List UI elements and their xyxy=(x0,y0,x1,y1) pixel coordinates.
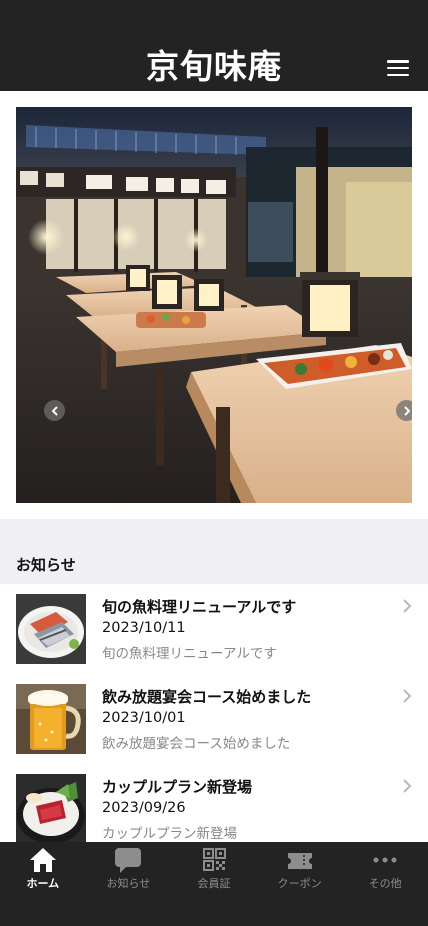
chevron-left-icon xyxy=(51,405,58,416)
news-item-date: 2023/10/11 xyxy=(102,620,186,636)
chat-bubble-icon xyxy=(115,848,142,873)
tab-label: 会員証 xyxy=(197,877,231,890)
news-item-description: 飲み放題宴会コース始めました xyxy=(102,736,291,752)
app-title: 京旬味庵 xyxy=(146,47,282,86)
tab-more[interactable]: その他 xyxy=(342,842,428,894)
section-title: お知らせ xyxy=(16,556,76,574)
news-item-description: 旬の魚料理リニューアルです xyxy=(102,646,277,662)
ticket-icon xyxy=(287,853,312,869)
tab-label: クーポン xyxy=(277,877,322,890)
tab-coupon[interactable]: クーポン xyxy=(257,842,343,894)
chevron-right-icon xyxy=(403,405,410,416)
app-header: 京旬味庵 xyxy=(0,0,428,91)
news-item-title: 旬の魚料理リニューアルです xyxy=(102,598,297,616)
tab-home[interactable]: ホーム xyxy=(0,842,86,894)
news-section-header: お知らせ xyxy=(0,519,428,584)
beer-mug-photo xyxy=(16,684,86,754)
more-dots-icon xyxy=(373,857,397,863)
chevron-right-icon xyxy=(403,599,412,613)
restaurant-interior-photo xyxy=(16,107,412,503)
news-item-title: カップルプラン新登場 xyxy=(102,778,253,796)
hamburger-menu-icon[interactable] xyxy=(386,57,410,79)
qr-code-icon xyxy=(202,848,226,871)
news-item[interactable]: 飲み放題宴会コース始めました 2023/10/01 飲み放題宴会コース始めました xyxy=(0,674,428,764)
carousel-prev-button[interactable] xyxy=(44,400,65,421)
chevron-right-icon xyxy=(403,689,412,703)
tab-label: ホーム xyxy=(26,877,60,890)
tab-news[interactable]: お知らせ xyxy=(86,842,172,894)
tab-member-card[interactable]: 会員証 xyxy=(171,842,257,894)
news-item-description: カップルプラン新登場 xyxy=(102,826,237,842)
chevron-right-icon xyxy=(403,779,412,793)
news-list: 旬の魚料理リニューアルです 2023/10/11 旬の魚料理リニューアルです 飲… xyxy=(0,584,428,842)
news-item-title: 飲み放題宴会コース始めました xyxy=(102,688,312,706)
news-item-date: 2023/10/01 xyxy=(102,710,186,726)
news-item[interactable]: カップルプラン新登場 2023/09/26 カップルプラン新登場 xyxy=(0,764,428,842)
bottom-tab-bar: ホーム お知らせ 会員証 クーポン その他 xyxy=(0,842,428,926)
tab-label: お知らせ xyxy=(106,877,151,890)
grilled-fish-photo xyxy=(16,594,86,664)
news-item-date: 2023/09/26 xyxy=(102,800,186,816)
image-carousel[interactable] xyxy=(16,107,412,503)
sashimi-platter-photo xyxy=(16,774,86,842)
news-item[interactable]: 旬の魚料理リニューアルです 2023/10/11 旬の魚料理リニューアルです xyxy=(0,584,428,674)
home-icon xyxy=(29,848,56,872)
carousel-next-button[interactable] xyxy=(396,400,412,421)
tab-label: その他 xyxy=(368,877,402,890)
